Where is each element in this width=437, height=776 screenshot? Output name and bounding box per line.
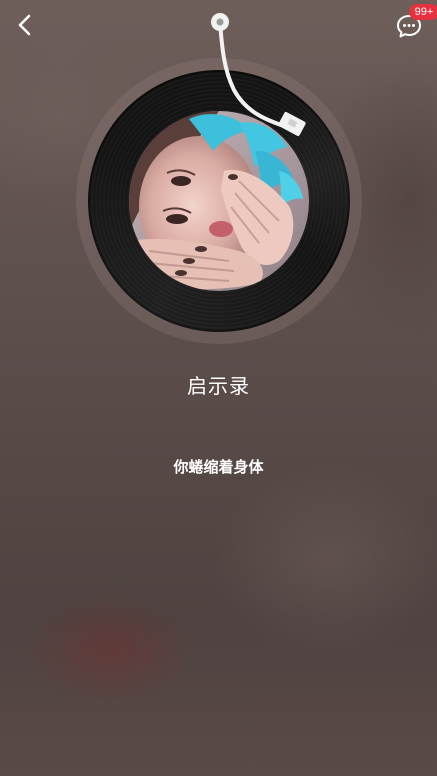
song-title: 启示录 — [187, 374, 250, 398]
back-button[interactable] — [10, 10, 40, 40]
music-player-screen: 99+ 启示录 你蜷缩着身体 — [0, 0, 437, 776]
current-lyric-line[interactable]: 你蜷缩着身体 — [0, 456, 437, 477]
unread-count-badge: 99+ — [409, 4, 437, 20]
chevron-left-icon — [18, 14, 31, 36]
messages-button[interactable]: 99+ — [395, 4, 437, 40]
tonearm[interactable] — [200, 8, 320, 148]
